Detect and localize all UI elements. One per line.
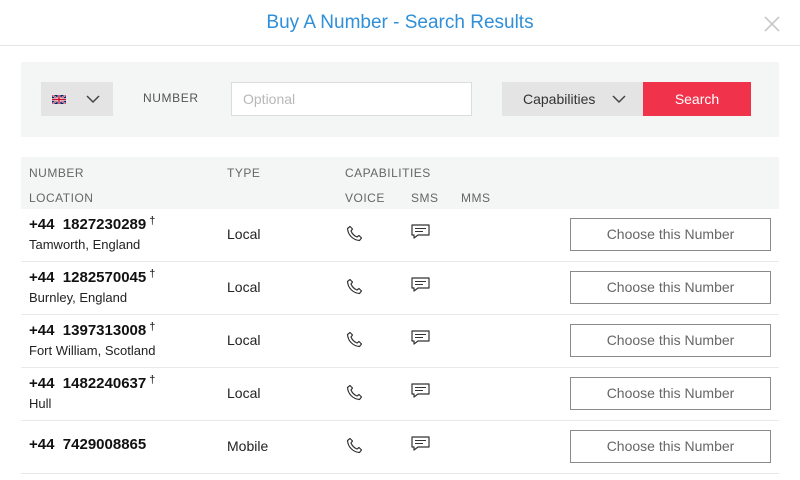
country-code: +44 xyxy=(29,375,55,392)
dagger-mark: † xyxy=(149,321,156,333)
capabilities-label: Capabilities xyxy=(523,91,596,107)
header-sms: SMS xyxy=(411,191,439,205)
message-icon xyxy=(411,277,430,292)
header-location: LOCATION xyxy=(29,191,94,205)
number-type: Local xyxy=(227,385,261,401)
choose-number-button[interactable]: Choose this Number xyxy=(570,324,771,357)
header-capabilities: CAPABILITIES xyxy=(345,166,431,180)
number-location: Hull xyxy=(29,396,52,411)
uk-flag-icon xyxy=(52,95,66,104)
table-row: +44 1282570045 † Burnley, England Local Choo… xyxy=(21,262,779,315)
choose-number-button[interactable]: Choose this Number xyxy=(570,430,771,463)
search-bar: NUMBER Capabilities Search xyxy=(21,62,779,137)
number-type: Local xyxy=(227,279,261,295)
number-type: Local xyxy=(227,332,261,348)
header-mms: MMS xyxy=(461,191,491,205)
dagger-mark: † xyxy=(149,215,156,227)
dialog-title: Buy A Number - Search Results xyxy=(266,12,534,33)
phone-icon xyxy=(346,278,363,295)
phone-icon xyxy=(346,225,363,242)
country-select[interactable] xyxy=(41,82,113,116)
choose-number-button[interactable]: Choose this Number xyxy=(570,218,771,251)
number-type: Mobile xyxy=(227,438,269,454)
number-digits: 1397313008 xyxy=(62,322,147,339)
number-location: Fort William, Scotland xyxy=(29,343,156,358)
country-code: +44 xyxy=(29,322,55,339)
phone-number: +44 1397313008 † xyxy=(29,321,156,339)
dagger-mark: † xyxy=(149,268,156,280)
phone-icon xyxy=(346,331,363,348)
chevron-down-icon xyxy=(86,95,100,104)
number-digits: 1827230289 xyxy=(62,216,147,233)
country-code: +44 xyxy=(29,216,55,233)
phone-number: +44 7429008865 xyxy=(29,436,149,453)
phone-icon xyxy=(346,437,363,454)
phone-icon xyxy=(346,384,363,401)
message-icon xyxy=(411,436,430,451)
search-button[interactable]: Search xyxy=(643,82,751,116)
choose-number-button[interactable]: Choose this Number xyxy=(570,377,771,410)
table-row: +44 1397313008 † Fort William, Scotland Loc… xyxy=(21,315,779,368)
number-label: NUMBER xyxy=(143,91,199,105)
number-input[interactable] xyxy=(231,82,472,116)
dialog-header: Buy A Number - Search Results xyxy=(0,0,800,46)
table-header: NUMBER LOCATION TYPE CAPABILITIES VOICE … xyxy=(21,157,779,209)
number-location: Burnley, England xyxy=(29,290,128,305)
header-voice: VOICE xyxy=(345,191,385,205)
close-icon[interactable] xyxy=(763,15,781,33)
choose-number-button[interactable]: Choose this Number xyxy=(570,271,771,304)
table-row: +44 7429008865 Mobile Choose this Number xyxy=(21,421,779,474)
message-icon xyxy=(411,330,430,345)
country-code: +44 xyxy=(29,269,55,286)
phone-number: +44 1482240637 † xyxy=(29,374,156,392)
capabilities-select[interactable]: Capabilities xyxy=(502,82,643,116)
number-type: Local xyxy=(227,226,261,242)
message-icon xyxy=(411,383,430,398)
phone-number: +44 1282570045 † xyxy=(29,268,156,286)
header-number: NUMBER xyxy=(29,166,85,180)
country-code: +44 xyxy=(29,436,55,453)
message-icon xyxy=(411,224,430,239)
number-digits: 1482240637 xyxy=(62,375,147,392)
number-location: Tamworth, England xyxy=(29,237,141,252)
phone-number: +44 1827230289 † xyxy=(29,215,156,233)
header-type: TYPE xyxy=(227,166,261,180)
number-digits: 7429008865 xyxy=(62,436,147,453)
dagger-mark: † xyxy=(149,374,156,386)
chevron-down-icon xyxy=(612,95,626,104)
number-digits: 1282570045 xyxy=(62,269,147,286)
table-row: +44 1827230289 † Tamworth, England Local Cho… xyxy=(21,209,779,262)
table-row: +44 1482240637 † Hull Local Choose this Numb… xyxy=(21,368,779,421)
